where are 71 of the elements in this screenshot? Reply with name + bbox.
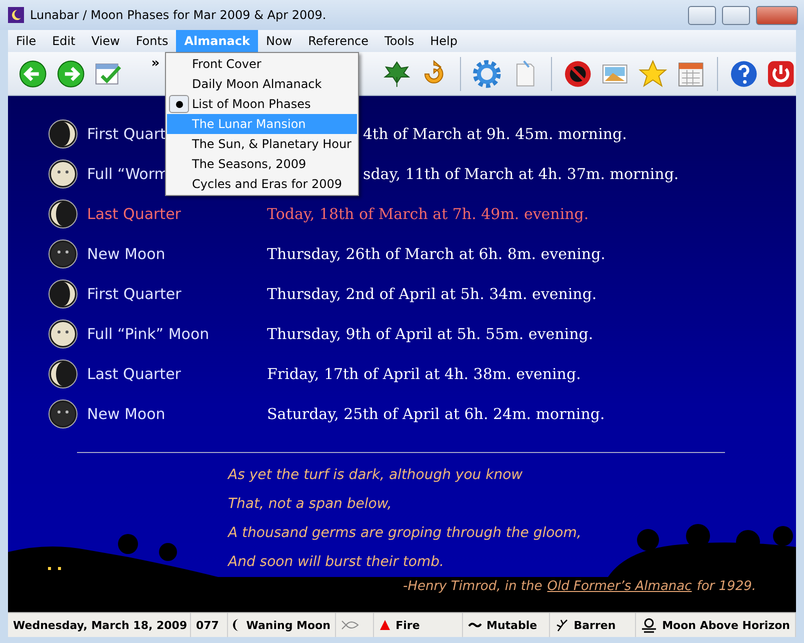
help-icon[interactable]: [728, 58, 758, 88]
menu-entry[interactable]: Cycles and Eras for 2009: [167, 174, 357, 194]
menu-entry[interactable]: List of Moon Phases: [167, 94, 357, 114]
moon-phase-icon: [48, 359, 78, 389]
moon-phase-icon: [48, 119, 78, 149]
tilde-icon: [468, 621, 482, 629]
star-icon[interactable]: [638, 58, 668, 88]
maximize-button[interactable]: [722, 6, 750, 24]
phase-date: Saturday, 25th of April at 6h. 24m. morning.: [267, 405, 605, 423]
attribution-text: -Henry Timrod, in the: [403, 579, 542, 594]
status-text: Waning Moon: [246, 618, 330, 632]
menu-item[interactable]: Help: [422, 30, 466, 52]
poem-line: That, not a span below,: [228, 495, 393, 514]
moon-phase-icon: [48, 159, 78, 189]
status-text: Moon Above Horizon: [662, 618, 790, 632]
menu-item[interactable]: Fonts: [128, 30, 176, 52]
fish-icon: [341, 620, 360, 630]
phase-name: Last Quarter: [87, 365, 182, 383]
menu-item[interactable]: Reference: [300, 30, 377, 52]
close-button[interactable]: [756, 6, 798, 24]
gear-icon[interactable]: [472, 58, 502, 88]
menu-item[interactable]: Tools: [376, 30, 422, 52]
status-text: Barren: [574, 618, 616, 632]
minimize-button[interactable]: [688, 6, 716, 24]
menu-item[interactable]: File: [8, 30, 44, 52]
forward-icon[interactable]: [56, 58, 86, 88]
moon-phase-icon: [48, 199, 78, 229]
back-icon[interactable]: [18, 58, 48, 88]
menu-entry[interactable]: Front Cover: [167, 54, 357, 74]
menu-item[interactable]: Now: [258, 30, 300, 52]
status-text: 077: [196, 618, 219, 632]
window-title: Lunabar / Moon Phases for Mar 2009 & Apr 2009.: [30, 8, 328, 22]
phase-name: Full “Pink” Moon: [87, 325, 210, 343]
moon-phase-icon: [48, 279, 78, 309]
phase-date: Thursday, 2nd of April at 5h. 34m. evening.: [267, 285, 597, 303]
toolbar-overflow[interactable]: »: [151, 56, 160, 71]
phase-name: First Quart: [87, 125, 167, 143]
phase-date: Thursday, 9th of April at 5h. 55m. evening.: [267, 325, 594, 343]
menu-item[interactable]: Edit: [44, 30, 84, 52]
poem-line: And soon will burst their tomb.: [228, 553, 445, 572]
branch-icon: [554, 618, 569, 632]
almanac-link[interactable]: Old Former’s Almanac: [547, 579, 692, 594]
menu-entry[interactable]: The Seasons, 2009: [167, 154, 357, 174]
moon-phase-icon: [48, 239, 78, 269]
phase-date: 4th of March at 9h. 45m. morning.: [363, 125, 627, 143]
phase-date: Thursday, 26th of March at 6h. 8m. evening.: [267, 245, 606, 263]
poem-line: A thousand germs are groping through the gloom,: [228, 524, 582, 543]
menu-item[interactable]: View: [83, 30, 128, 52]
radio-icon: [169, 95, 189, 113]
status-text: Mutable: [486, 618, 538, 632]
app-icon: [8, 7, 24, 23]
phase-date: Friday, 17th of April at 4h. 38m. evening.: [267, 365, 581, 383]
moon-phase-icon: [48, 319, 78, 349]
phase-date: sday, 11th of March at 4h. 37m. morning.: [363, 165, 679, 183]
moon-horizon-icon: [641, 617, 658, 633]
phase-name: New Moon: [87, 405, 166, 423]
phase-name: First Quarter: [87, 285, 182, 303]
power-icon[interactable]: [766, 58, 796, 88]
attribution-text: for 1929.: [696, 579, 756, 594]
leaf-icon[interactable]: [382, 58, 412, 88]
triangle-icon: [378, 619, 391, 631]
phase-name: Last Quarter: [87, 205, 182, 223]
status-text: Wednesday, March 18, 2009: [13, 618, 188, 632]
status-text: Fire: [396, 618, 420, 632]
phase-date: Today, 18th of March at 7h. 49m. evening.: [267, 205, 589, 223]
moon-phase-icon: [48, 399, 78, 429]
menu-entry[interactable]: Daily Moon Almanack: [167, 74, 357, 94]
phase-name: New Moon: [87, 245, 166, 263]
poem-line: As yet the turf is dark, although you know: [228, 466, 524, 485]
menu-entry[interactable]: The Sun, & Planetary Hour: [167, 134, 357, 154]
no-sign-icon[interactable]: [562, 58, 592, 88]
